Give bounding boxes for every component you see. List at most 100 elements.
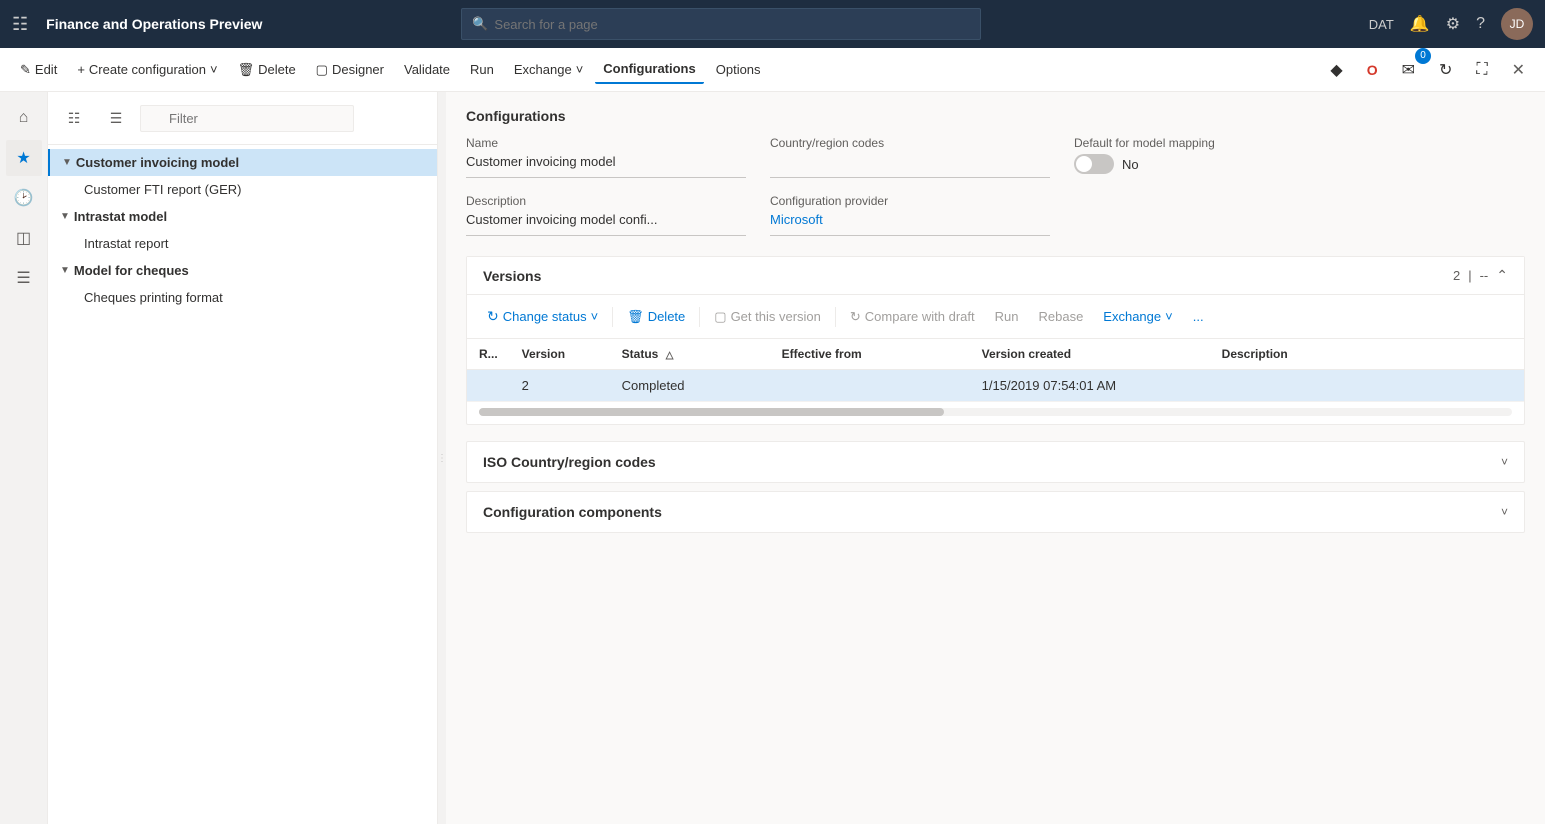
versions-table-head: R... Version Status △ Effective from Ver… bbox=[467, 339, 1524, 370]
change-status-button[interactable]: ↻ Change status ˅ bbox=[479, 303, 606, 330]
field-desc-value: Customer invoicing model confi... bbox=[466, 212, 746, 236]
change-status-icon: ↻ bbox=[487, 308, 499, 325]
config-components-section: Configuration components ˅ bbox=[466, 491, 1525, 533]
th-r: R... bbox=[467, 339, 510, 370]
versions-sep: | bbox=[1468, 268, 1471, 283]
side-icons: ⌂ ★ 🕑 ◫ ☰ bbox=[0, 92, 48, 824]
edit-button[interactable]: ✎ Edit bbox=[12, 56, 65, 84]
tree-label-intrastat: Intrastat model bbox=[74, 209, 167, 224]
field-default-mapping: Default for model mapping No bbox=[1074, 136, 1525, 178]
personalize-button[interactable]: ◆ bbox=[1322, 54, 1350, 86]
settings-icon[interactable]: ⚙ bbox=[1446, 14, 1460, 34]
cmd-right-actions: ◆ O ✉ 0 ↻ ⛶ ✕ bbox=[1322, 54, 1533, 86]
versions-scrollbar-area bbox=[467, 402, 1524, 424]
cell-status: Completed bbox=[610, 370, 770, 402]
field-provider-value[interactable]: Microsoft bbox=[770, 212, 1050, 236]
home-icon[interactable]: ⌂ bbox=[6, 100, 42, 136]
expand-icon-customer-invoicing: ▼ bbox=[62, 157, 72, 168]
config-components-chevron-icon: ˅ bbox=[1501, 505, 1508, 519]
configurations-tab[interactable]: Configurations bbox=[595, 55, 703, 84]
field-name: Name Customer invoicing model bbox=[466, 136, 746, 178]
iso-chevron-icon: ˅ bbox=[1501, 455, 1508, 469]
field-name-value: Customer invoicing model bbox=[466, 154, 746, 178]
filter-input[interactable] bbox=[140, 105, 354, 132]
delete-icon: 🗑 bbox=[238, 62, 255, 78]
versions-exchange-button[interactable]: Exchange ˅ bbox=[1095, 304, 1180, 329]
cell-effective bbox=[770, 370, 970, 402]
vtb-sep-3 bbox=[835, 307, 836, 327]
tree-item-customer-invoicing-model[interactable]: ▼ Customer invoicing model bbox=[48, 149, 437, 176]
avatar[interactable]: JD bbox=[1501, 8, 1533, 40]
env-label: DAT bbox=[1369, 17, 1394, 32]
tree-item-intrastat-model[interactable]: ▼ Intrastat model bbox=[48, 203, 437, 230]
search-bar[interactable]: 🔍 bbox=[461, 8, 981, 40]
modules-icon[interactable]: ☰ bbox=[6, 260, 42, 296]
status-filter-icon: △ bbox=[666, 350, 674, 361]
tree-label-cheques-printing: Cheques printing format bbox=[84, 290, 223, 305]
workspaces-icon[interactable]: ◫ bbox=[6, 220, 42, 256]
search-input[interactable] bbox=[494, 17, 970, 32]
th-status[interactable]: Status △ bbox=[610, 339, 770, 370]
cell-created: 1/15/2019 07:54:01 AM bbox=[970, 370, 1210, 402]
iso-title: ISO Country/region codes bbox=[483, 454, 656, 470]
help-icon[interactable]: ? bbox=[1476, 15, 1485, 33]
field-provider: Configuration provider Microsoft bbox=[770, 194, 1050, 236]
table-row[interactable]: 2 Completed 1/15/2019 07:54:01 AM bbox=[467, 370, 1524, 402]
versions-title: Versions bbox=[483, 268, 1453, 284]
delete-button[interactable]: 🗑 Delete bbox=[230, 56, 304, 84]
default-mapping-toggle[interactable] bbox=[1074, 154, 1114, 174]
hamburger-icon[interactable]: ☷ bbox=[12, 14, 28, 35]
th-effective[interactable]: Effective from bbox=[770, 339, 970, 370]
versions-section: Versions 2 | -- ⌃ ↻ Change status ˅ 🗑 De… bbox=[466, 256, 1525, 425]
change-status-chevron: ˅ bbox=[591, 309, 599, 324]
th-created[interactable]: Version created bbox=[970, 339, 1210, 370]
open-new-button[interactable]: ⛶ bbox=[1468, 55, 1495, 85]
versions-delete-button[interactable]: 🗑 Delete bbox=[619, 304, 693, 330]
office-button[interactable]: O bbox=[1359, 56, 1386, 84]
recent-icon[interactable]: 🕑 bbox=[6, 180, 42, 216]
notification-icon[interactable]: 🔔 bbox=[1410, 14, 1430, 34]
validate-button[interactable]: Validate bbox=[396, 56, 458, 83]
list-icon-button[interactable]: ☰ bbox=[98, 100, 134, 136]
tree-item-model-cheques[interactable]: ▼ Model for cheques bbox=[48, 257, 437, 284]
get-this-version-button[interactable]: ▢ Get this version bbox=[706, 304, 829, 330]
sash-divider[interactable]: ⋮ bbox=[438, 92, 446, 824]
field-desc-label: Description bbox=[466, 194, 746, 208]
create-config-button[interactable]: + Create configuration ˅ bbox=[69, 56, 225, 83]
tree-item-cheques-printing[interactable]: Cheques printing format bbox=[48, 284, 437, 311]
star-icon[interactable]: ★ bbox=[6, 140, 42, 176]
designer-button[interactable]: ▢ Designer bbox=[308, 56, 392, 84]
top-nav-right: DAT 🔔 ⚙ ? JD bbox=[1369, 8, 1533, 40]
chevron-down-icon: ˅ bbox=[210, 62, 218, 77]
compare-icon: ↻ bbox=[850, 309, 861, 325]
tree-item-intrastat-report[interactable]: Intrastat report bbox=[48, 230, 437, 257]
nav-tree: ☷ ☰ 🔍 ▼ Customer invoicing model Custome… bbox=[48, 92, 438, 824]
tree-item-customer-fti-report[interactable]: Customer FTI report (GER) bbox=[48, 176, 437, 203]
options-button[interactable]: Options bbox=[708, 56, 769, 83]
refresh-button[interactable]: ↻ bbox=[1431, 54, 1460, 86]
tree-label-intrastat-report: Intrastat report bbox=[84, 236, 169, 251]
versions-run-button[interactable]: Run bbox=[987, 304, 1027, 329]
iso-collapse-header[interactable]: ISO Country/region codes ˅ bbox=[467, 442, 1524, 482]
toggle-knob bbox=[1076, 156, 1092, 172]
collapse-versions-icon[interactable]: ⌃ bbox=[1496, 267, 1508, 284]
run-button[interactable]: Run bbox=[462, 56, 502, 83]
toggle-row: No bbox=[1074, 154, 1525, 174]
versions-count: 2 bbox=[1453, 268, 1460, 283]
horizontal-scrollbar[interactable] bbox=[479, 408, 1512, 416]
config-components-header[interactable]: Configuration components ˅ bbox=[467, 492, 1524, 532]
expand-icon-intrastat: ▼ bbox=[60, 211, 70, 222]
exchange-button[interactable]: Exchange ˅ bbox=[506, 56, 591, 83]
field-grid: Name Customer invoicing model Country/re… bbox=[466, 136, 1525, 236]
versions-table-header-row: R... Version Status △ Effective from Ver… bbox=[467, 339, 1524, 370]
th-description[interactable]: Description bbox=[1210, 339, 1524, 370]
versions-toolbar: ↻ Change status ˅ 🗑 Delete ▢ Get this ve… bbox=[467, 295, 1524, 339]
designer-icon: ▢ bbox=[316, 62, 328, 78]
more-button[interactable]: ... bbox=[1185, 304, 1212, 329]
compare-draft-button[interactable]: ↻ Compare with draft bbox=[842, 304, 983, 330]
th-version[interactable]: Version bbox=[510, 339, 610, 370]
close-button[interactable]: ✕ bbox=[1504, 54, 1533, 86]
filter-icon-button[interactable]: ☷ bbox=[56, 100, 92, 136]
exchange-chevron-down: ˅ bbox=[1165, 309, 1173, 324]
rebase-button[interactable]: Rebase bbox=[1030, 304, 1091, 329]
